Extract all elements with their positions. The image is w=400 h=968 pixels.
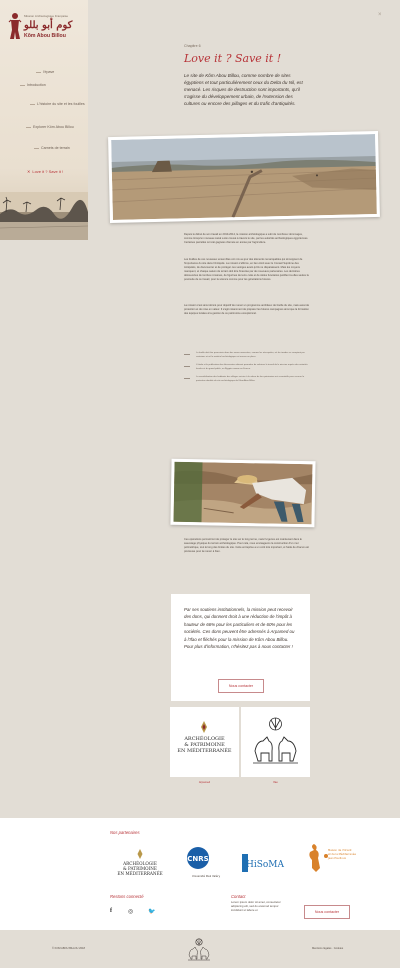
partner-cnrs-name: CNRS bbox=[187, 855, 208, 863]
nav-item-introduction[interactable]: Introduction bbox=[20, 83, 46, 87]
sidebar-landscape-image bbox=[0, 192, 88, 240]
paragraph-3: La mission s'est ainsi donné pour object… bbox=[184, 304, 310, 316]
partner-hisoma-name: HiSoMA bbox=[246, 860, 285, 870]
partner-cnrs[interactable]: CNRS Université Paul Valéry bbox=[178, 844, 226, 884]
twitter-icon[interactable]: 🐦 bbox=[148, 908, 155, 915]
facebook-icon[interactable]: f bbox=[110, 908, 112, 914]
photo-excavation bbox=[170, 458, 316, 528]
nav-item-label: L'histoire du site et les fouilles bbox=[37, 102, 85, 106]
paragraph-2: Les fouilles de ces nouveaux ensembles o… bbox=[184, 258, 309, 282]
chapter-intro: Le site de Kôm Abou Billou, comme nombre… bbox=[184, 73, 303, 106]
partner-arpamed-line3: EN MÉDITERRANÉE bbox=[117, 871, 162, 876]
partners-title: Nos partenaires bbox=[110, 830, 140, 835]
nav-item-label: l'épave bbox=[43, 70, 55, 74]
card-arpamed[interactable]: ARCHÉOLOGIE & PATRIMOINE EN MÉDITERRANÉE bbox=[170, 707, 239, 777]
nav-item-label: Love it ? Save it ! bbox=[32, 169, 64, 174]
note-item: L'étude et la publication des découverte… bbox=[184, 364, 310, 371]
contact-button[interactable]: Nous contacter bbox=[218, 679, 264, 693]
chapter-title: Love it ? Save it ! bbox=[184, 52, 282, 65]
site-logo[interactable]: Mission Archéologique Française كوم أبو … bbox=[8, 10, 82, 46]
nav-dash bbox=[20, 84, 25, 86]
partner-hisoma-logo: HiSoMA bbox=[242, 854, 285, 872]
paragraph-4: Ces opérations permettront de protéger l… bbox=[184, 538, 309, 554]
partner-arpamed[interactable]: ARCHÉOLOGIE & PATRIMOINE EN MÉDITERRANÉE bbox=[112, 846, 168, 880]
partner-mom-line3: Jean Pouilloux bbox=[327, 856, 347, 860]
contact-title: Contact bbox=[231, 894, 246, 899]
social-title: Restons connecté bbox=[110, 894, 144, 899]
footer-ifao-logo-icon[interactable] bbox=[186, 937, 212, 961]
instagram-icon[interactable]: ◎ bbox=[128, 908, 133, 915]
arpamed-line3: EN MÉDITERRANÉE bbox=[177, 746, 232, 754]
note-text: La sensibilisation des habitants des vil… bbox=[196, 376, 305, 382]
photo-landscape bbox=[108, 130, 380, 224]
partner-hisoma[interactable]: HiSoMA bbox=[241, 852, 285, 874]
nav-item-label: Introduction bbox=[27, 83, 46, 87]
nav-dash bbox=[30, 103, 35, 105]
figure-logo-icon bbox=[8, 13, 22, 39]
landscape-image bbox=[111, 134, 377, 220]
nav-dash bbox=[34, 147, 39, 149]
notes-list: La fouille doit être poursuivie dans des… bbox=[184, 352, 310, 388]
partner-mom-line1: Maison de l'Orient bbox=[328, 848, 352, 852]
partner-mom-line2: et de la Méditerranée bbox=[328, 852, 356, 856]
footer-contact-button[interactable]: Nous contacter bbox=[304, 905, 350, 919]
logo-arabic-text: كوم أبو بللو bbox=[24, 20, 73, 31]
donation-text: Par ses soutiens institutionnels, la mis… bbox=[184, 607, 295, 650]
note-text: L'étude et la publication des découverte… bbox=[196, 364, 308, 370]
logo-name: Kôm Abou Billou bbox=[24, 33, 66, 39]
nav-dash bbox=[26, 126, 31, 128]
contact-text: Lorem ipsum dolor sit amet, consectetur … bbox=[231, 900, 281, 912]
nav-item-carnets[interactable]: Carnets de terrain bbox=[34, 146, 70, 150]
nav-item-histoire[interactable]: L'histoire du site et les fouilles bbox=[30, 102, 85, 106]
partner-mom[interactable]: Maison de l'Orient et de la Méditerranée… bbox=[304, 842, 358, 884]
arpamed-line1: ARCHÉOLOGIE bbox=[183, 734, 225, 742]
ifao-logo-icon bbox=[253, 717, 298, 764]
nav-item-love-it[interactable]: ✕ Love it ? Save it ! bbox=[27, 169, 63, 174]
chapter-label: Chapitre 6 bbox=[184, 44, 201, 48]
partner-arpamed-logo: ARCHÉOLOGIE & PATRIMOINE EN MÉDITERRANÉE bbox=[117, 849, 163, 876]
nav-item-label: Explorer Kôm Abou Billou bbox=[33, 125, 74, 129]
nav-item-epave[interactable]: l'épave bbox=[36, 70, 54, 74]
donation-box: Par ses soutiens institutionnels, la mis… bbox=[171, 594, 310, 701]
arpamed-logo-icon: ARCHÉOLOGIE & PATRIMOINE EN MÉDITERRANÉE bbox=[177, 721, 232, 754]
paragraph-1: Depuis le début de son travail en 2013-2… bbox=[184, 233, 309, 245]
note-item: La fouille doit être poursuivie dans des… bbox=[184, 352, 310, 359]
logo-mission-text: Mission Archéologique Française bbox=[24, 14, 69, 18]
nav-item-explorer[interactable]: Explorer Kôm Abou Billou bbox=[26, 125, 74, 129]
nav-item-label: Carnets de terrain bbox=[41, 146, 70, 150]
note-text: La fouille doit être poursuivie dans des… bbox=[196, 352, 305, 358]
active-marker-icon: ✕ bbox=[27, 169, 31, 174]
footer: © KOM ABOU BILLOU 2018 Mentions légales … bbox=[0, 930, 400, 968]
close-icon[interactable]: × bbox=[378, 12, 382, 18]
partner-cnrs-logo: CNRS Université Paul Valéry bbox=[187, 847, 221, 878]
nav-dash bbox=[36, 71, 41, 73]
card-label-arpamed[interactable]: Arpamed bbox=[170, 780, 239, 784]
note-item: La sensibilisation des habitants des vil… bbox=[184, 376, 310, 383]
excavation-image bbox=[173, 461, 313, 525]
partner-mom-logo: Maison de l'Orient et de la Méditerranée… bbox=[309, 844, 356, 872]
footer-copyright: © KOM ABOU BILLOU 2018 bbox=[52, 947, 85, 950]
sidebar: Mission Archéologique Française كوم أبو … bbox=[0, 0, 88, 240]
card-ifao[interactable] bbox=[241, 707, 310, 777]
footer-legal-links[interactable]: Mentions légales · Cookies bbox=[312, 947, 343, 950]
card-label-ifao[interactable]: Ifao bbox=[241, 780, 310, 784]
partner-cnrs-caption: Université Paul Valéry bbox=[192, 874, 221, 878]
